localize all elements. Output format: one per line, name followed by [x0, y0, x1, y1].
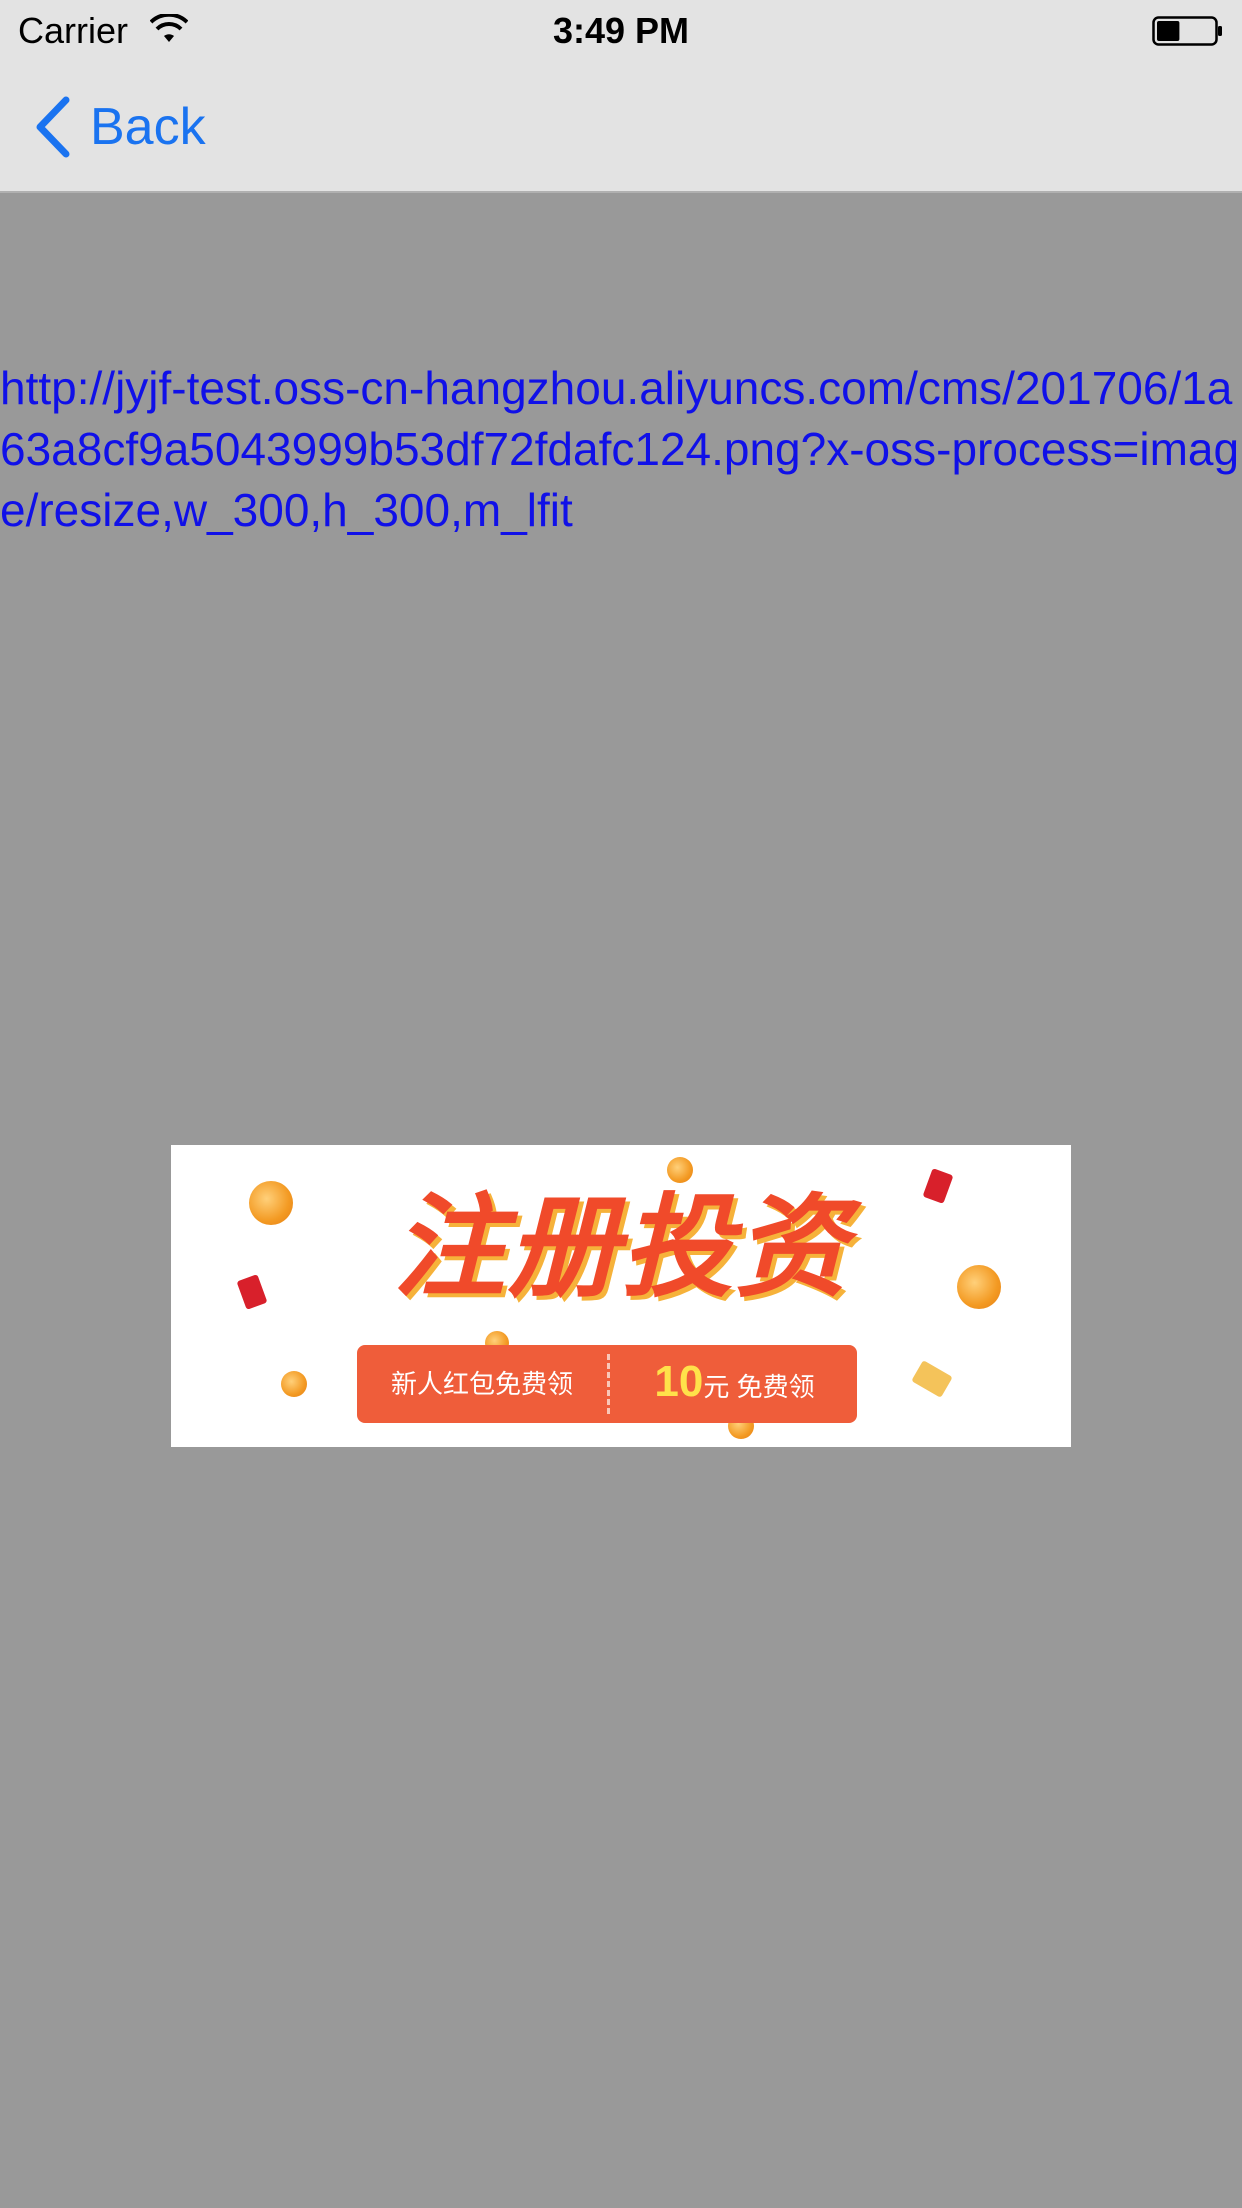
back-button[interactable]: Back — [32, 92, 206, 162]
status-time: 3:49 PM — [552, 10, 690, 51]
ribbon-unit: 元 — [703, 1371, 730, 1402]
ribbon-right: 10元 免费领 — [612, 1343, 857, 1426]
chevron-left-icon — [36, 96, 70, 158]
banner-title: 注册投资 — [393, 1185, 849, 1310]
battery-icon — [1152, 16, 1222, 46]
back-label: Back — [90, 98, 206, 156]
coin-decoration — [667, 1157, 693, 1183]
promo-banner-image: 注册投资 新人红包免费领 10元 免费领 — [171, 1145, 1071, 1447]
navigation-bar: Back — [0, 62, 1242, 193]
ticket-decoration — [911, 1360, 953, 1398]
ribbon-right-text: 免费领 — [736, 1371, 815, 1402]
coin-decoration — [281, 1371, 307, 1397]
status-bar: Carrier 3:49 PM — [0, 0, 1242, 62]
ribbon-amount: 10 — [654, 1356, 704, 1406]
image-url-text: http://jyjf-test.oss-cn-hangzhou.aliyunc… — [0, 362, 1240, 536]
banner-ribbon: 新人红包免费领 10元 免费领 — [357, 1345, 857, 1423]
ribbon-left-text: 新人红包免费领 — [390, 1369, 573, 1399]
